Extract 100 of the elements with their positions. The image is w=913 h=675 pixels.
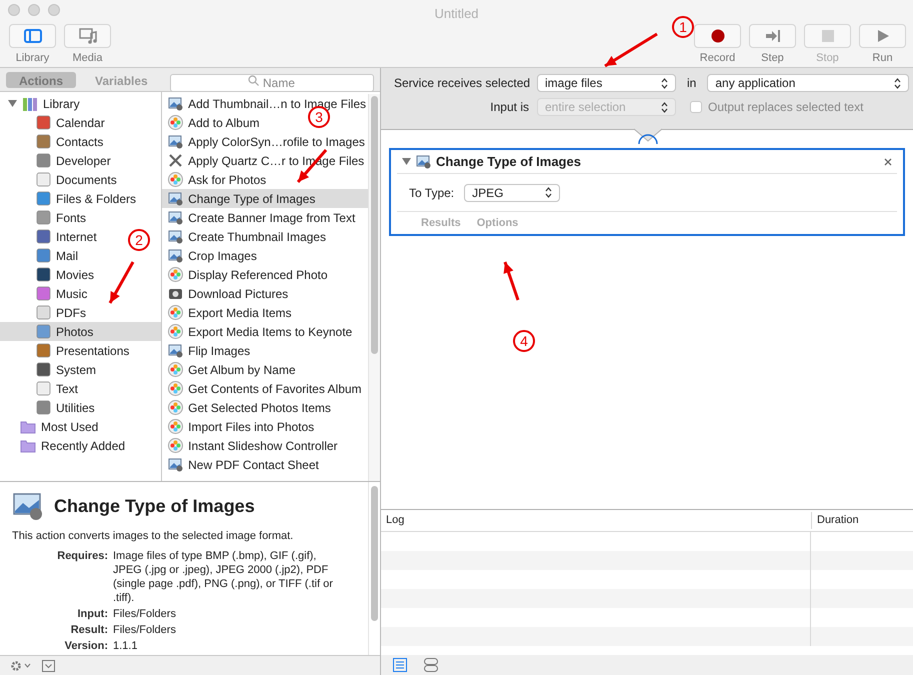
field-label: Input: bbox=[76, 606, 108, 622]
category-item[interactable]: Utilities bbox=[0, 398, 97, 417]
category-icon bbox=[36, 324, 51, 339]
window-control[interactable] bbox=[8, 4, 20, 16]
list-view-icon bbox=[393, 658, 407, 672]
annotation-number: 1 bbox=[672, 16, 694, 38]
category-item[interactable]: Most Used bbox=[0, 417, 100, 436]
category-item[interactable]: Photos bbox=[0, 322, 162, 341]
picture-icon bbox=[168, 229, 184, 244]
flower-icon bbox=[168, 115, 184, 130]
action-item[interactable]: Ask for Photos bbox=[162, 170, 268, 189]
library-books-icon bbox=[22, 96, 38, 112]
category-icon bbox=[36, 153, 51, 168]
field-value: Files/Folders bbox=[113, 622, 177, 636]
action-item[interactable]: Instant Slideshow Controller bbox=[162, 436, 340, 455]
category-icon bbox=[36, 134, 51, 149]
category-icon bbox=[36, 191, 51, 206]
split-view-icon bbox=[424, 658, 438, 672]
category-item[interactable]: PDFs bbox=[0, 303, 88, 322]
sidebar-icon bbox=[24, 29, 42, 43]
category-icon bbox=[36, 362, 51, 377]
field-value: Image files of type BMP (.bmp), GIF (.gif), JPEG (.jpg or .jpeg), JPEG 2000 (.jp2), PDF (single page .pdf), PNG (.png), or TIFF (.tif or .tiff). bbox=[113, 548, 334, 604]
category-item[interactable]: Movies bbox=[0, 265, 96, 284]
action-item[interactable]: Flip Images bbox=[162, 341, 252, 360]
action-item[interactable]: New PDF Contact Sheet bbox=[162, 455, 321, 474]
category-item[interactable]: Developer bbox=[0, 151, 113, 170]
annotation-arrow bbox=[604, 32, 658, 68]
play-icon bbox=[876, 29, 890, 43]
category-item[interactable]: Internet bbox=[0, 227, 99, 246]
updown-arrows-icon bbox=[545, 187, 552, 198]
stop-icon bbox=[820, 29, 834, 43]
gear-icon bbox=[10, 660, 32, 672]
flower-icon bbox=[168, 172, 184, 187]
category-item[interactable]: Fonts bbox=[0, 208, 88, 227]
window-control[interactable] bbox=[48, 4, 60, 16]
field-value: Files/Folders bbox=[113, 606, 177, 620]
field-value: 1.1.1 bbox=[113, 638, 138, 652]
annotation-arrow bbox=[108, 261, 134, 304]
picture-icon bbox=[168, 210, 184, 225]
category-item[interactable]: Presentations bbox=[0, 341, 132, 360]
flower-icon bbox=[168, 267, 184, 282]
popup-button[interactable]: any application bbox=[707, 74, 910, 92]
category-icon bbox=[36, 229, 51, 244]
category-item[interactable]: Documents bbox=[0, 170, 119, 189]
picture-icon bbox=[168, 248, 184, 263]
column-header: Log bbox=[385, 513, 406, 528]
search-icon bbox=[248, 74, 259, 86]
category-item[interactable]: System bbox=[0, 360, 98, 379]
picture-icon bbox=[168, 343, 184, 358]
picture-icon bbox=[168, 191, 184, 206]
field-label: Input is bbox=[489, 99, 529, 116]
camera-icon bbox=[168, 286, 184, 301]
action-item[interactable]: Create Thumbnail Images bbox=[162, 227, 328, 246]
action-item[interactable]: Get Selected Photos Items bbox=[162, 398, 333, 417]
category-item[interactable]: Recently Added bbox=[0, 436, 128, 455]
action-item[interactable]: Get Contents of Favorites Album bbox=[162, 379, 364, 398]
category-item[interactable]: Files & Folders bbox=[0, 189, 138, 208]
category-item[interactable]: Text bbox=[0, 379, 80, 398]
category-item[interactable]: Calendar bbox=[0, 113, 107, 132]
category-icon bbox=[36, 305, 51, 320]
action-item[interactable]: Create Banner Image from Text bbox=[162, 208, 358, 227]
description-text: This action converts images to the selected image format. bbox=[12, 529, 294, 544]
action-item[interactable]: Download Pictures bbox=[162, 284, 290, 303]
action-item[interactable]: Export Media Items to Keynote bbox=[162, 322, 354, 341]
folder-icon bbox=[20, 438, 36, 452]
picture-icon bbox=[168, 457, 184, 472]
window-control[interactable] bbox=[28, 4, 40, 16]
action-item[interactable]: Apply ColorSyn…rofile to Images bbox=[162, 132, 367, 151]
field-label: Version: bbox=[64, 638, 108, 654]
field-label: Result: bbox=[70, 622, 108, 638]
action-item[interactable]: Get Album by Name bbox=[162, 360, 298, 379]
disclosure-triangle-down-icon bbox=[8, 99, 17, 108]
action-item[interactable]: Add to Album bbox=[162, 113, 262, 132]
scrollbar-thumb[interactable] bbox=[371, 96, 378, 354]
description-title: Change Type of Images bbox=[54, 494, 255, 518]
category-icon bbox=[36, 115, 51, 130]
search-field[interactable]: Name bbox=[170, 74, 374, 92]
scrollbar-thumb[interactable] bbox=[371, 486, 378, 621]
music-note-icon bbox=[78, 28, 96, 44]
annotation-number: 4 bbox=[513, 330, 535, 352]
category-icon bbox=[36, 400, 51, 415]
picture-icon bbox=[168, 96, 184, 111]
flower-icon bbox=[168, 362, 184, 377]
action-item[interactable]: Display Referenced Photo bbox=[162, 265, 330, 284]
popup-button[interactable]: JPEG bbox=[464, 184, 560, 202]
category-icon bbox=[36, 343, 51, 358]
category-item[interactable]: Library bbox=[0, 94, 82, 113]
popup-button[interactable]: image files bbox=[537, 74, 676, 92]
category-item[interactable]: Mail bbox=[0, 246, 80, 265]
action-item[interactable]: Export Media Items bbox=[162, 303, 294, 322]
category-icon bbox=[36, 248, 51, 263]
close-icon bbox=[884, 158, 892, 166]
action-item[interactable]: Import Files into Photos bbox=[162, 417, 316, 436]
category-item[interactable]: Contacts bbox=[0, 132, 106, 151]
category-item[interactable]: Music bbox=[0, 284, 90, 303]
disclosure-triangle-down-icon bbox=[402, 157, 411, 166]
action-card[interactable]: Change Type of Images To Type: JPEG Results Options bbox=[389, 148, 905, 236]
action-item[interactable]: Change Type of Images bbox=[162, 189, 368, 208]
action-item[interactable]: Crop Images bbox=[162, 246, 259, 265]
category-icon bbox=[36, 286, 51, 301]
